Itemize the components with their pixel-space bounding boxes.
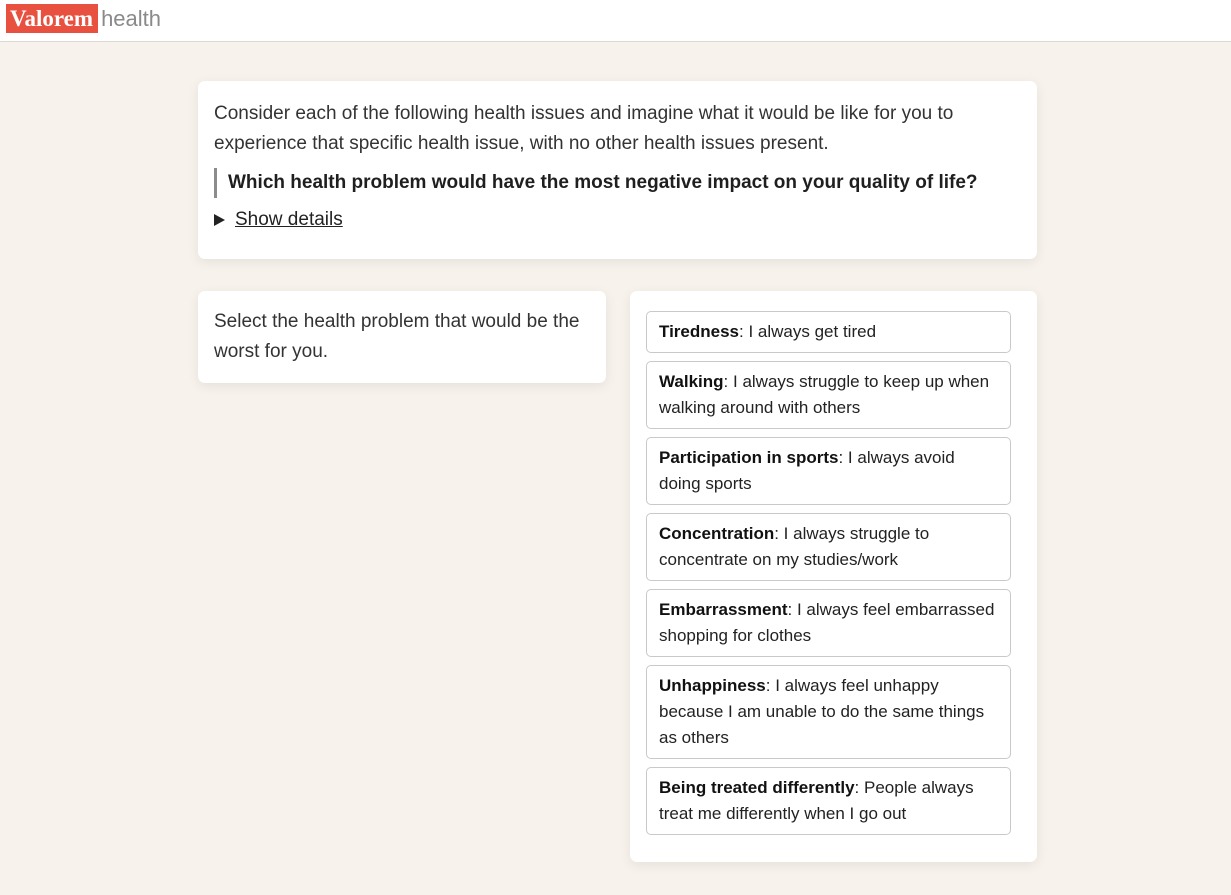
option-title: Tiredness	[659, 322, 740, 341]
options-card: Tiredness: I always get tired Walking: I…	[630, 291, 1037, 862]
option-description: : I always get tired	[739, 322, 877, 341]
option-title: Being treated differently	[659, 778, 855, 797]
option-title: Participation in sports	[659, 448, 839, 467]
option-embarrassment[interactable]: Embarrassment: I always feel embarrassed…	[646, 589, 1011, 657]
logo[interactable]: Valorem health	[6, 4, 161, 33]
logo-brand: Valorem	[6, 4, 99, 33]
instruction-text: Select the health problem that would be …	[214, 311, 580, 362]
show-details-toggle[interactable]: Show details	[214, 205, 1021, 235]
question-text: Which health problem would have the most…	[214, 168, 1021, 198]
top-bar: Valorem health	[0, 0, 1231, 42]
instruction-card: Select the health problem that would be …	[198, 291, 606, 383]
option-participation-in-sports[interactable]: Participation in sports: I always avoid …	[646, 437, 1011, 505]
option-unhappiness[interactable]: Unhappiness: I always feel unhappy becau…	[646, 665, 1011, 759]
option-tiredness[interactable]: Tiredness: I always get tired	[646, 311, 1011, 353]
intro-text: Consider each of the following health is…	[214, 103, 954, 154]
option-title: Concentration	[659, 524, 775, 543]
show-details-link[interactable]: Show details	[235, 205, 343, 235]
logo-sub: health	[101, 6, 162, 31]
option-being-treated-differently[interactable]: Being treated differently: People always…	[646, 767, 1011, 835]
option-title: Unhappiness	[659, 676, 766, 695]
option-title: Embarrassment	[659, 600, 788, 619]
intro-card: Consider each of the following health is…	[198, 81, 1037, 259]
option-concentration[interactable]: Concentration: I always struggle to conc…	[646, 513, 1011, 581]
option-walking[interactable]: Walking: I always struggle to keep up wh…	[646, 361, 1011, 429]
disclosure-triangle-icon[interactable]	[214, 214, 225, 226]
option-title: Walking	[659, 372, 724, 391]
